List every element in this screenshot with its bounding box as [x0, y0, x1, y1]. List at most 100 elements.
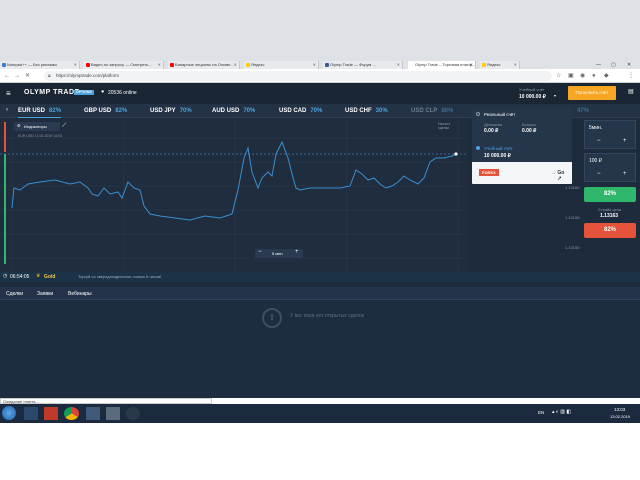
drawing-tools-icon[interactable]: ⟋	[62, 123, 66, 130]
back-icon[interactable]: ←	[4, 72, 10, 80]
duration-increase-button[interactable]: +	[623, 138, 627, 144]
start-button[interactable]	[2, 406, 16, 420]
real-account-radio[interactable]	[476, 112, 480, 116]
open-trades-empty: ⇧ У вас пока нет открытых сделок	[0, 300, 640, 334]
browser-tab[interactable]: Яндекс ✕	[480, 61, 520, 69]
taskbar-app-icon-3[interactable]	[106, 407, 120, 420]
amount-box: 100 ₽ − +	[584, 153, 636, 182]
tab-close-icon[interactable]: ✕	[74, 61, 77, 69]
asset-payout: 82%	[115, 108, 128, 114]
tab-favicon-icon	[86, 63, 90, 67]
demo-account-value: 10 000.00 ₽	[484, 153, 511, 159]
asset-tab[interactable]: USD CLP 80%	[411, 104, 453, 118]
extension-icon-4[interactable]: ◆	[604, 72, 609, 80]
asset-tab[interactable]: AUD USD 70%	[212, 104, 255, 118]
close-load-icon[interactable]: ✕	[25, 72, 30, 80]
price-chart-svg	[0, 118, 468, 272]
bonus-value: 0.00 ₽	[522, 128, 537, 134]
asset-tab[interactable]: 47%	[573, 104, 589, 118]
tab-title: Яндекс	[487, 62, 501, 67]
taskbar-explorer-icon[interactable]	[24, 407, 38, 420]
tab-close-icon[interactable]: ✕	[313, 61, 316, 69]
tab-close-icon[interactable]: ✕	[470, 61, 473, 69]
real-account-title[interactable]: Реальный счёт	[484, 112, 515, 117]
browser-tab[interactable]: Olymp Trade — Форум ... ✕	[323, 61, 403, 69]
asset-tab[interactable]: USD JPY 70%	[150, 104, 192, 118]
account-menu: Реальный счёт Депозиты 0.00 ₽ Бонусы 0.0…	[472, 108, 572, 184]
browser-tab[interactable]: Olymp Trade – Торговая платф... ✕	[408, 61, 476, 69]
tab-close-icon[interactable]: ✕	[158, 61, 161, 69]
forward-icon[interactable]: →	[14, 72, 20, 80]
account-switcher[interactable]: Учебный счёт 10 000.00 ₽ ▾	[516, 85, 562, 102]
tab-trades[interactable]: Сделки	[6, 291, 23, 297]
assets-scroll-left-icon[interactable]: ‹	[6, 107, 8, 113]
duration-decrease-button[interactable]: −	[597, 138, 601, 144]
down-button[interactable]: 82%	[584, 223, 636, 238]
tab-orders[interactable]: Заявки	[37, 291, 53, 297]
menu-icon[interactable]: ⋮	[628, 72, 634, 80]
empty-state-icon: ⇧	[262, 308, 282, 328]
timeframe-decrease-button[interactable]: −	[258, 249, 262, 255]
amount-value[interactable]: 100 ₽	[589, 158, 602, 164]
asset-tab[interactable]: USD CAD 70%	[279, 104, 322, 118]
browser-tabstrip	[0, 0, 640, 69]
indicators-button[interactable]: ⚙ Индикаторы	[14, 122, 60, 131]
gold-label: Gold	[44, 274, 56, 280]
window-minimize-button[interactable]: —	[596, 62, 601, 68]
asset-tab[interactable]: EUR USD 82%	[18, 104, 62, 118]
url-input[interactable]: 🔒︎ https://olymptrade.com/platform	[44, 71, 552, 81]
window-close-button[interactable]: ✕	[627, 62, 631, 68]
timeframe-increase-button[interactable]: +	[295, 249, 299, 255]
taskbar-chrome-icon[interactable]	[64, 407, 79, 420]
asset-tab[interactable]: GBP USD 82%	[84, 104, 127, 118]
forex-badge[interactable]: FOREX	[479, 169, 499, 176]
account-menu-top: Реальный счёт Депозиты 0.00 ₽ Бонусы 0.0…	[472, 108, 572, 162]
clock-icon: ◷	[3, 273, 8, 279]
asset-name: AUD USD	[212, 108, 240, 114]
tab-close-icon[interactable]: ✕	[234, 61, 237, 69]
taskbar-app-icon-4[interactable]	[126, 407, 140, 420]
amount-increase-button[interactable]: +	[623, 171, 627, 177]
asset-tab[interactable]: USD CHF 30%	[345, 104, 388, 118]
asset-name: GBP USD	[84, 108, 112, 114]
price-chart[interactable]: ⚙ Индикаторы ⟋ EUR USD 13.02.2019 14:03 …	[0, 118, 468, 272]
demo-account-radio[interactable]	[476, 146, 480, 150]
duration-box: 5мин. − +	[584, 120, 636, 149]
taskbar-app-icon-2[interactable]	[86, 407, 100, 420]
star-icon[interactable]: ☆	[556, 72, 561, 80]
tab-close-icon[interactable]: ✕	[514, 61, 517, 69]
tab-webinars[interactable]: Вебинары	[68, 291, 92, 297]
tab-favicon-icon	[410, 63, 414, 67]
tab-title: Яндекс	[251, 62, 265, 67]
tab-close-icon[interactable]: ✕	[397, 61, 400, 69]
gold-promo-bar[interactable]: ◷ 06:54:05 ♛ Gold Торгуй со сверхдоходно…	[0, 272, 640, 282]
extension-icon-2[interactable]: ◉	[580, 72, 585, 80]
extension-icon[interactable]: ▣	[568, 72, 574, 80]
book-icon[interactable]: ▤	[628, 88, 634, 95]
browser-tab[interactable]: Notepad++ — Без рекламы ✕	[0, 61, 80, 69]
lock-icon: 🔒︎	[48, 73, 51, 79]
asset-name: EUR USD	[18, 108, 46, 114]
extension-icon-3[interactable]: ●	[592, 72, 596, 80]
tab-favicon-icon	[246, 63, 250, 67]
language-indicator[interactable]: EN	[538, 410, 544, 415]
tab-title: Notepad++ — Без рекламы	[7, 62, 58, 67]
tray-icons[interactable]: ▴ ◐ ▥ ◧	[552, 409, 571, 415]
demo-account-title[interactable]: Учебный счёт	[484, 146, 513, 151]
taskbar-app-icon[interactable]	[44, 407, 58, 420]
browser-tab[interactable]: Видео по запросу — Смотреть... ✕	[84, 61, 164, 69]
app-header: ≡ OLYMP TRADE OPTIONS ● 20536 online Уче…	[0, 83, 640, 104]
up-button[interactable]: 82%	[584, 187, 636, 202]
hamburger-menu-icon[interactable]: ≡	[6, 89, 11, 98]
browser-tab[interactable]: Бинарные опционы на Олимп... ✕	[168, 61, 240, 69]
asset-payout: 47%	[577, 108, 590, 114]
deposit-button[interactable]: Пополнить счёт	[568, 86, 616, 100]
browser-tab[interactable]: Яндекс ✕	[244, 61, 319, 69]
account-type-label: Учебный счёт	[519, 87, 545, 92]
crown-icon: ♛	[36, 273, 41, 279]
asset-payout: 82%	[49, 108, 62, 114]
duration-value[interactable]: 5мин.	[589, 125, 602, 131]
window-maximize-button[interactable]: ▢	[611, 62, 616, 68]
online-count: 20536 online	[108, 90, 137, 96]
amount-decrease-button[interactable]: −	[597, 171, 601, 177]
